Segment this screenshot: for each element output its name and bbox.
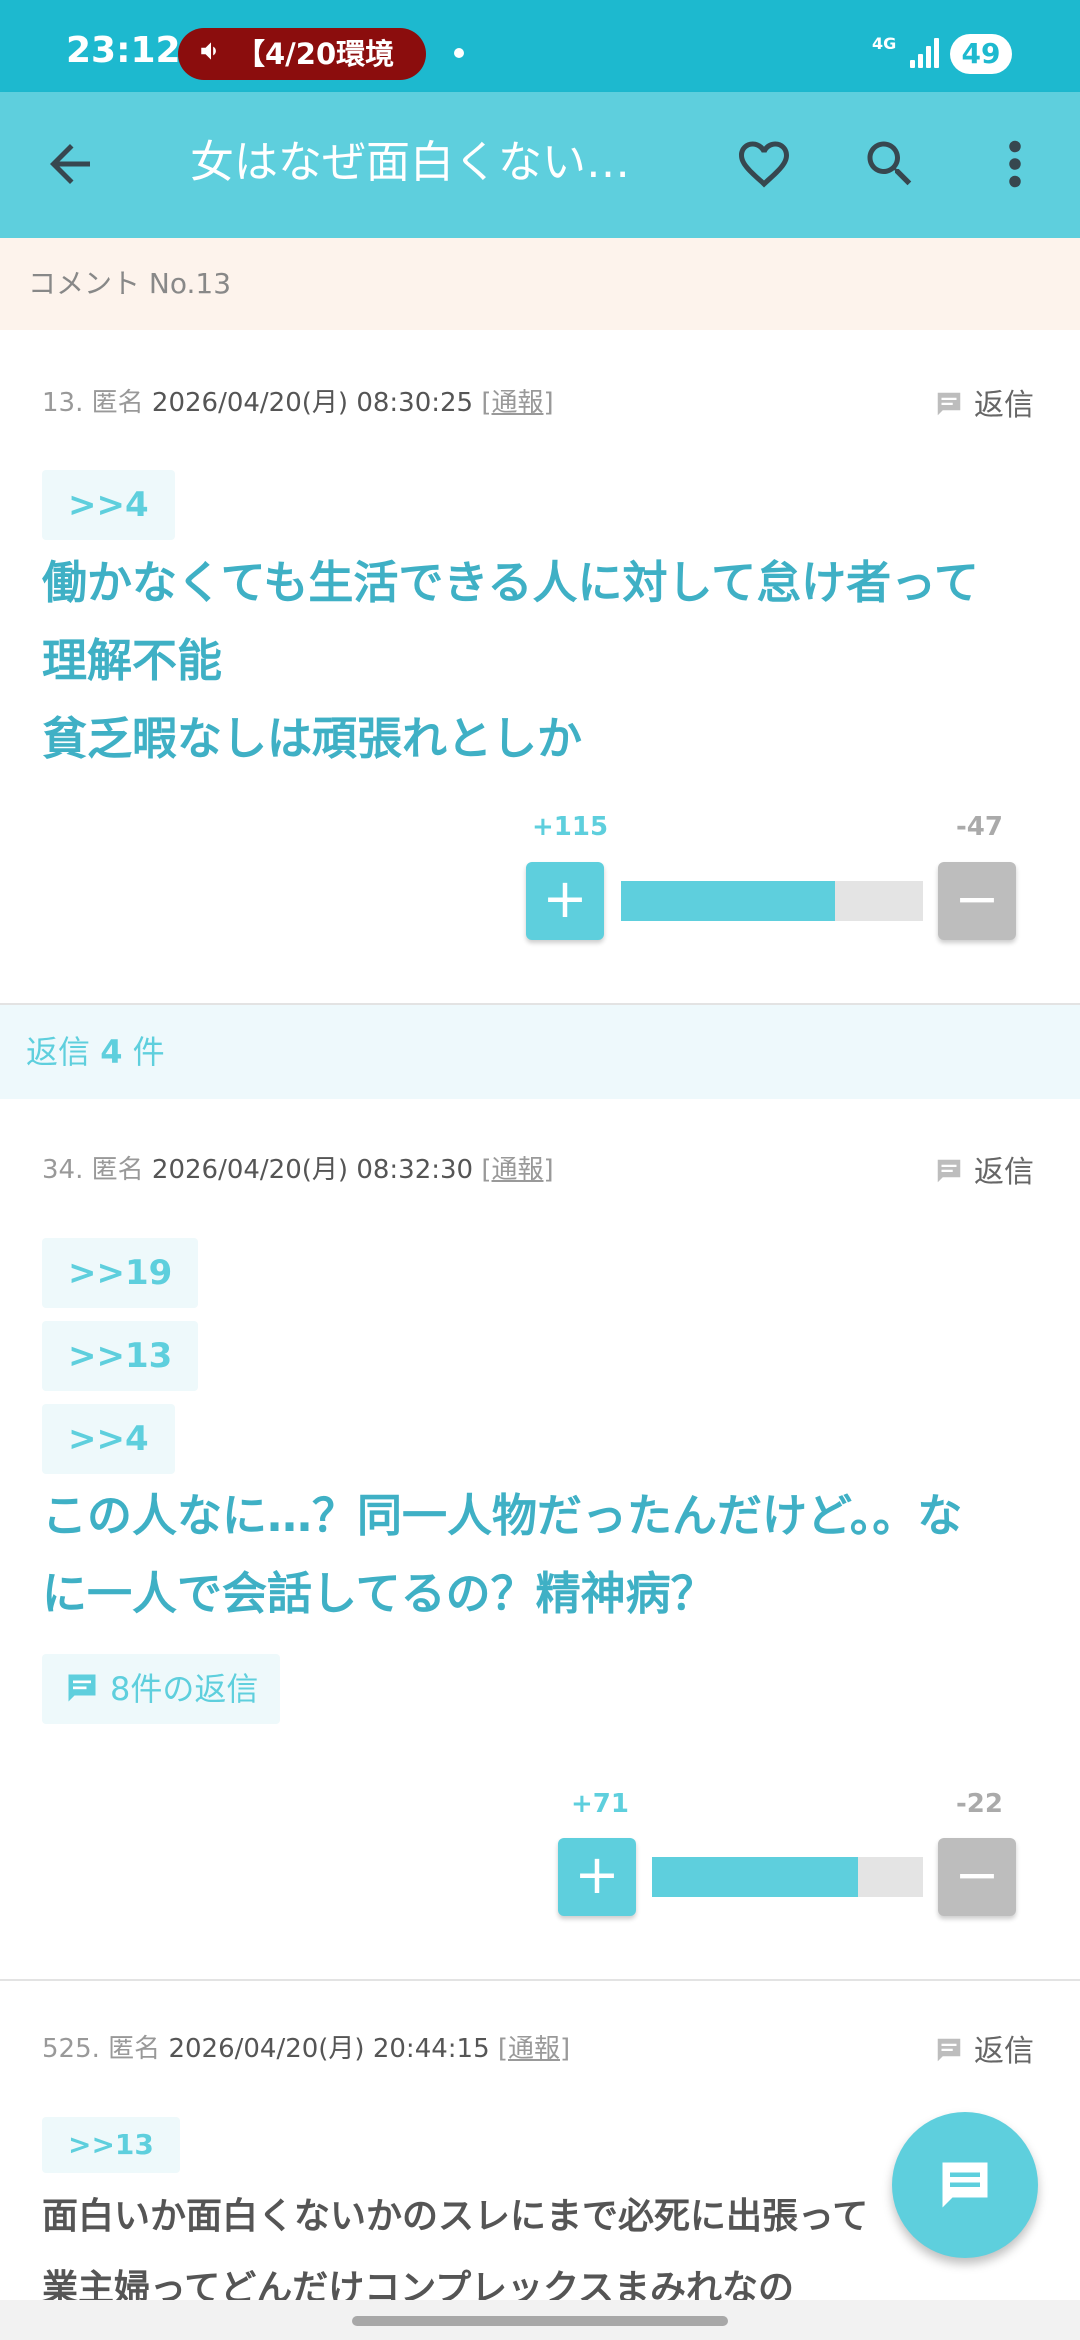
comment-icon	[937, 1159, 961, 1183]
reply-button[interactable]: 返信	[934, 1147, 1034, 1191]
media-label: 【4/20環境	[236, 37, 395, 71]
search-icon[interactable]	[860, 134, 920, 194]
battery-indicator: 49	[950, 34, 1012, 74]
plus-count: +71	[571, 1789, 629, 1819]
heart-outline-icon[interactable]	[734, 134, 794, 194]
home-gesture-handle[interactable]	[352, 2316, 728, 2326]
vote-ratio-fill	[652, 1857, 858, 1897]
notification-dot	[454, 48, 464, 58]
new-comment-fab[interactable]	[892, 2112, 1038, 2258]
vote-ratio-bar	[621, 881, 923, 921]
post-34: 34. 匿名 2026/04/20(月) 08:32:30 [通報] 返信 >>…	[0, 1099, 1080, 1979]
minus-count: -47	[956, 812, 1003, 842]
report-link[interactable]: [通報]	[481, 388, 553, 418]
minus-vote-button[interactable]: −	[938, 1838, 1016, 1916]
vote-ratio-bar	[652, 1857, 923, 1897]
anchor-link[interactable]: >>19	[42, 1238, 199, 1308]
media-playing-pill[interactable]: 【4/20環境	[178, 28, 426, 80]
anchor-link[interactable]: >>13	[42, 1321, 199, 1391]
status-bar: 23:12 【4/20環境 4G 49	[0, 0, 1080, 92]
reply-button[interactable]: 返信	[934, 2026, 1034, 2070]
status-time: 23:12	[66, 30, 181, 71]
anchor-link[interactable]: >>13	[42, 2117, 180, 2173]
anchor-link[interactable]: >>4	[42, 470, 175, 540]
vote-ratio-fill	[621, 881, 836, 921]
post-body: この人なに…？同一人物だったんだけど。。な に一人で会話してるの？精神病？	[42, 1489, 963, 1620]
post-13: 13. 匿名 2026/04/20(月) 08:30:25 [通報] 返信 >>…	[0, 330, 1080, 1004]
anchor-link[interactable]: >>4	[42, 1404, 175, 1474]
view-replies-button[interactable]: 8件の返信	[42, 1654, 281, 1724]
minus-count: -22	[956, 1789, 1003, 1819]
report-link[interactable]: [通報]	[498, 2034, 570, 2064]
plus-vote-button[interactable]: +	[526, 862, 604, 940]
post-body: 働かなくても生活できる人に対して怠け者って 理解不能 貧乏暇なしは頑張れとしか	[42, 556, 979, 765]
comment-number-header: コメント No.13	[0, 238, 1080, 330]
report-link[interactable]: [通報]	[481, 1155, 553, 1185]
minus-vote-button[interactable]: −	[938, 862, 1016, 940]
arrow-left-icon[interactable]	[40, 134, 100, 194]
speaker-icon	[198, 28, 224, 80]
post-meta: 525. 匿名 2026/04/20(月) 20:44:15 [通報]	[42, 2034, 571, 2064]
comment-icon	[937, 2038, 961, 2062]
signal-icon	[910, 36, 940, 68]
reply-button[interactable]: 返信	[934, 380, 1034, 424]
reply-count-header: 返信 4 件	[0, 1005, 1080, 1099]
post-meta: 34. 匿名 2026/04/20(月) 08:32:30 [通報]	[42, 1155, 554, 1185]
page-title: 女はなぜ面白くない…	[190, 137, 630, 188]
comment-icon	[937, 392, 961, 416]
plus-vote-button[interactable]: +	[558, 1838, 636, 1916]
plus-count: +115	[532, 812, 609, 842]
post-meta: 13. 匿名 2026/04/20(月) 08:30:25 [通報]	[42, 388, 554, 418]
more-vert-icon[interactable]	[990, 134, 1040, 194]
comment-icon	[942, 2162, 988, 2208]
network-type: 4G	[872, 34, 897, 53]
comment-icon	[68, 1674, 96, 1702]
app-bar: 女はなぜ面白くない…	[0, 92, 1080, 238]
